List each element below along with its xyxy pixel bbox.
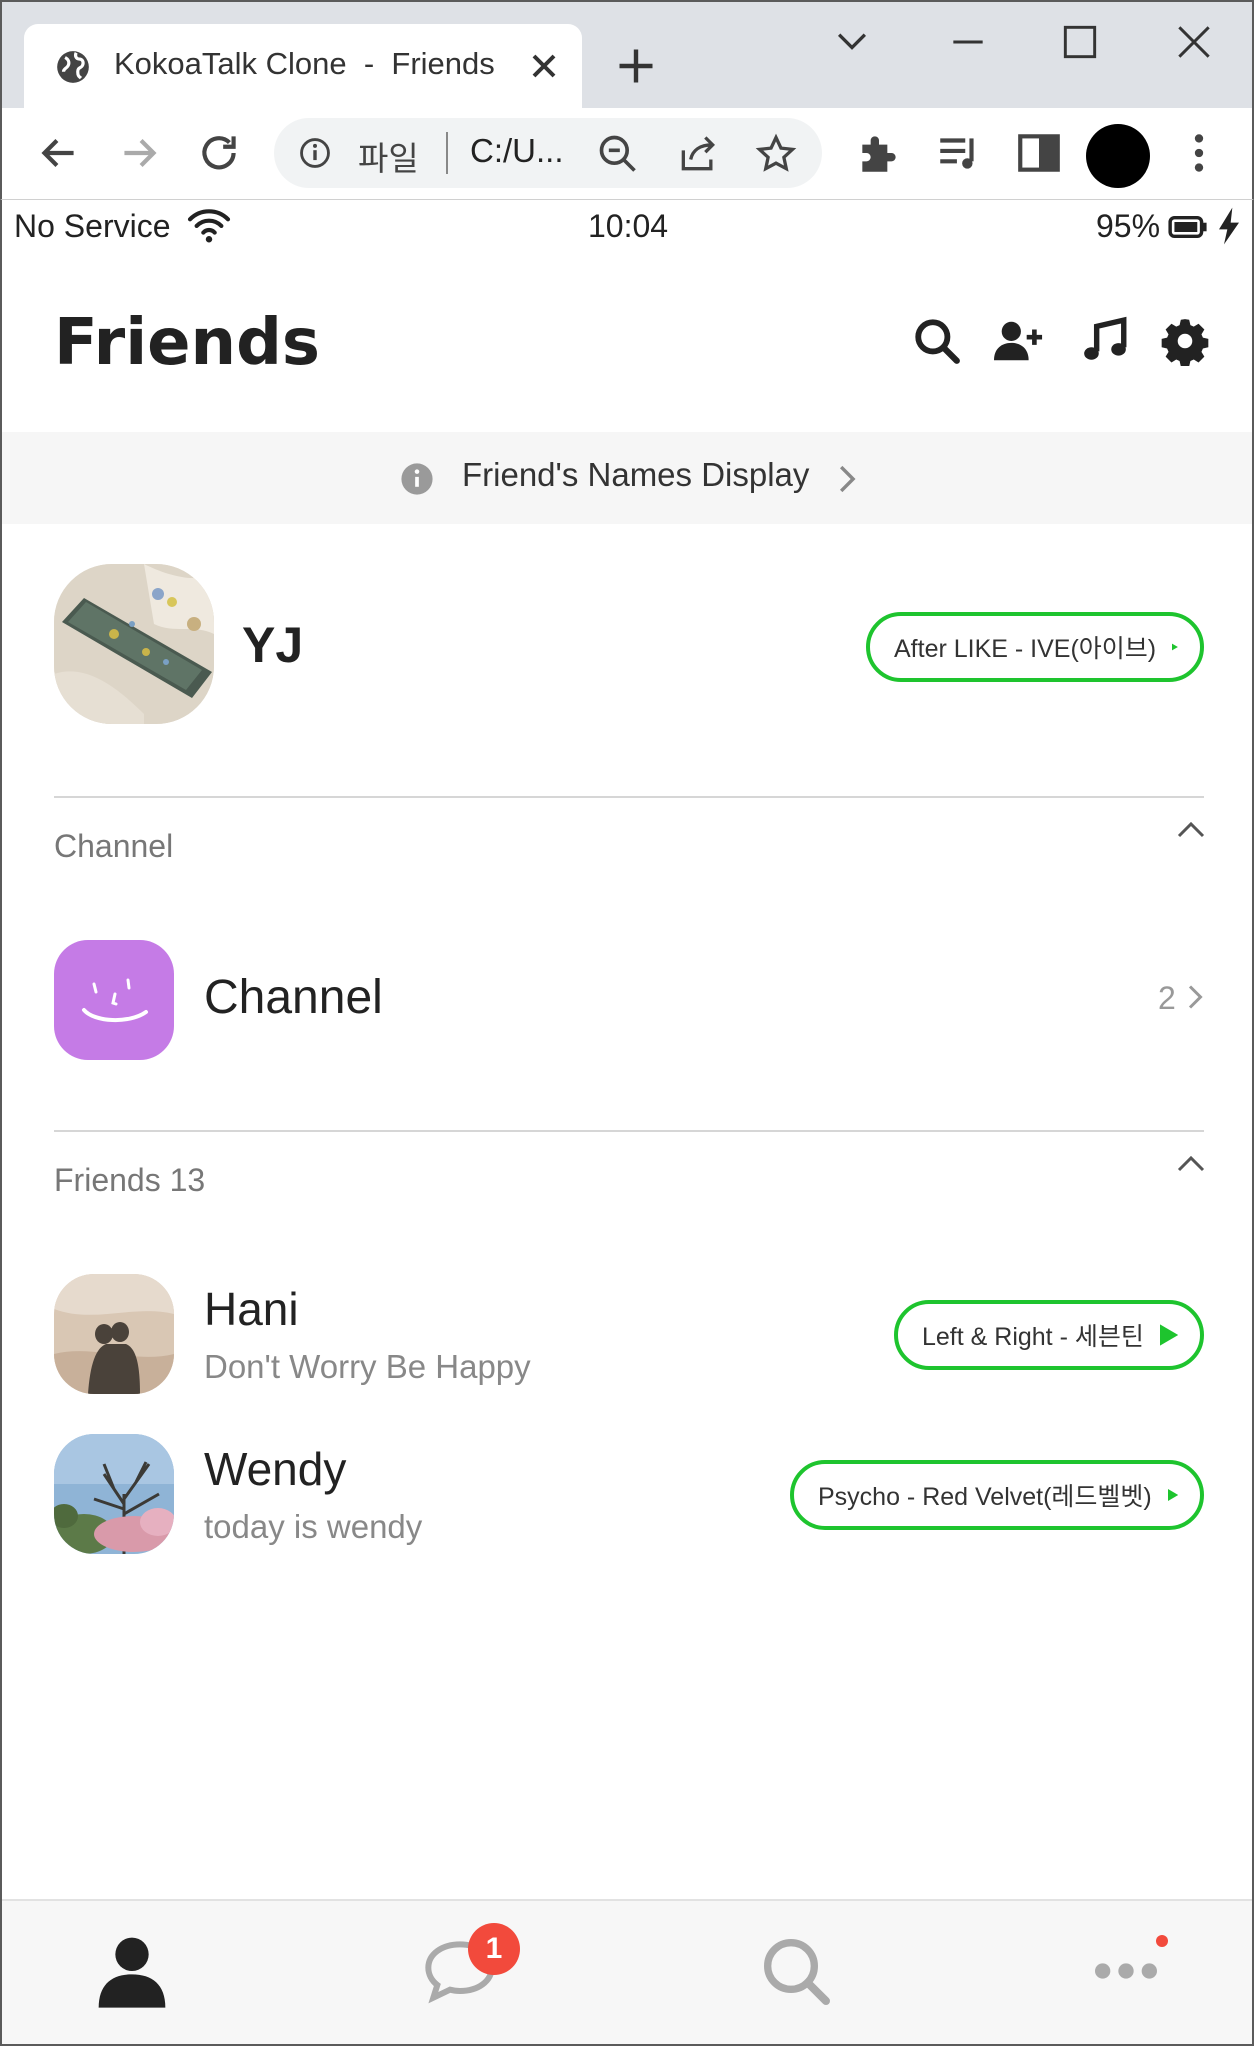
my-music-pill[interactable]: After LIKE - IVE(아이브) bbox=[866, 612, 1204, 682]
channel-name[interactable]: Channel bbox=[204, 970, 383, 1025]
maximize-icon[interactable] bbox=[1058, 20, 1102, 64]
my-profile-name: YJ bbox=[242, 617, 304, 673]
bottom-nav: 1 bbox=[2, 1899, 1252, 2044]
chevron-right-icon bbox=[839, 465, 856, 493]
play-icon bbox=[1159, 1324, 1178, 1346]
app-viewport: Friends Friend's Names Display YJ After … bbox=[0, 254, 1254, 2046]
names-display-label: Friend's Names Display bbox=[462, 456, 810, 493]
tab-search-icon[interactable] bbox=[830, 20, 874, 64]
share-icon[interactable] bbox=[676, 132, 720, 176]
charging-bolt-icon bbox=[1219, 207, 1239, 245]
browser-menu-icon[interactable] bbox=[1174, 128, 1224, 178]
tab-title: KokoaTalk Clone - Friends bbox=[114, 46, 495, 81]
my-profile-avatar[interactable] bbox=[54, 564, 214, 724]
carrier-text: No Service bbox=[14, 208, 171, 244]
forward-icon[interactable] bbox=[114, 128, 164, 178]
music-icon[interactable] bbox=[1080, 316, 1130, 366]
back-icon[interactable] bbox=[34, 128, 84, 178]
blossom-tree-photo bbox=[54, 1434, 174, 1554]
url-text[interactable]: C:/U... bbox=[470, 132, 564, 170]
settings-icon[interactable] bbox=[1160, 316, 1210, 366]
battery-percent: 95% bbox=[1096, 208, 1161, 244]
music-title: Left & Right - 세븐틴 bbox=[922, 1323, 1144, 1351]
music-title: After LIKE - IVE(아이브) bbox=[894, 635, 1157, 663]
browser-toolbar: 파일 C:/U... bbox=[0, 108, 1254, 200]
url-scheme: 파일 bbox=[358, 140, 419, 177]
section-divider bbox=[54, 1130, 1204, 1132]
close-tab-icon[interactable] bbox=[524, 46, 564, 86]
friends-section-label: Friends 13 bbox=[54, 1162, 206, 1198]
reload-icon[interactable] bbox=[194, 128, 244, 178]
chevron-up-icon[interactable] bbox=[1176, 818, 1206, 842]
extensions-icon[interactable] bbox=[854, 128, 904, 178]
section-divider bbox=[54, 796, 1204, 798]
url-separator bbox=[446, 132, 448, 174]
wifi-icon bbox=[187, 209, 231, 243]
smiley-icon bbox=[82, 978, 148, 1023]
friend-music-pill[interactable]: Psycho - Red Velvet(레드벨벳) bbox=[790, 1460, 1204, 1530]
info-icon bbox=[401, 463, 433, 495]
new-tab-icon[interactable] bbox=[614, 44, 658, 88]
play-icon bbox=[1167, 1489, 1178, 1501]
friend-avatar[interactable] bbox=[54, 1274, 174, 1394]
channel-avatar[interactable] bbox=[54, 940, 174, 1060]
side-panel-icon[interactable] bbox=[1014, 128, 1064, 178]
close-window-icon[interactable] bbox=[1172, 20, 1216, 64]
chevron-up-icon[interactable] bbox=[1176, 1152, 1206, 1176]
friend-status-message: Don't Worry Be Happy bbox=[204, 1348, 531, 1385]
names-display-banner[interactable]: Friend's Names Display bbox=[2, 432, 1252, 524]
chevron-right-icon[interactable] bbox=[1186, 982, 1206, 1012]
globe-icon bbox=[57, 51, 89, 83]
nav-friends-icon[interactable] bbox=[92, 1931, 172, 2011]
clock: 10:04 bbox=[588, 208, 669, 244]
chat-unread-badge: 1 bbox=[468, 1923, 520, 1975]
friend-name[interactable]: Hani bbox=[204, 1282, 299, 1336]
friend-status-message: today is wendy bbox=[204, 1508, 423, 1545]
friend-avatar[interactable] bbox=[54, 1434, 174, 1554]
nav-search-icon[interactable] bbox=[756, 1931, 836, 2011]
battery-icon bbox=[1168, 216, 1207, 238]
zoom-out-icon[interactable] bbox=[596, 132, 640, 176]
browser-tab[interactable]: KokoaTalk Clone - Friends bbox=[24, 24, 582, 110]
status-bar: No Service 10:04 95% bbox=[0, 200, 1254, 254]
bookmark-star-icon[interactable] bbox=[754, 132, 798, 176]
add-friend-icon[interactable] bbox=[994, 316, 1044, 366]
search-icon[interactable] bbox=[912, 316, 962, 366]
channel-count: 2 bbox=[1158, 980, 1176, 1016]
friend-name[interactable]: Wendy bbox=[204, 1442, 346, 1496]
site-info-icon[interactable] bbox=[298, 136, 332, 170]
nav-more-icon[interactable] bbox=[1086, 1931, 1166, 2011]
browser-tab-bar: KokoaTalk Clone - Friends bbox=[0, 0, 1254, 110]
more-notification-dot bbox=[1156, 1935, 1168, 1947]
beach-shadow-photo bbox=[54, 1274, 174, 1394]
play-icon bbox=[1172, 643, 1178, 651]
profile-avatar[interactable] bbox=[1086, 124, 1150, 188]
channel-section-label: Channel bbox=[54, 828, 174, 864]
address-bar[interactable]: 파일 C:/U... bbox=[274, 118, 822, 188]
media-control-icon[interactable] bbox=[934, 128, 984, 178]
tablet-photo-image bbox=[54, 564, 214, 724]
friend-music-pill[interactable]: Left & Right - 세븐틴 bbox=[894, 1300, 1204, 1370]
minimize-icon[interactable] bbox=[946, 20, 990, 64]
music-title: Psycho - Red Velvet(레드벨벳) bbox=[818, 1483, 1152, 1511]
page-title: Friends bbox=[54, 306, 320, 380]
